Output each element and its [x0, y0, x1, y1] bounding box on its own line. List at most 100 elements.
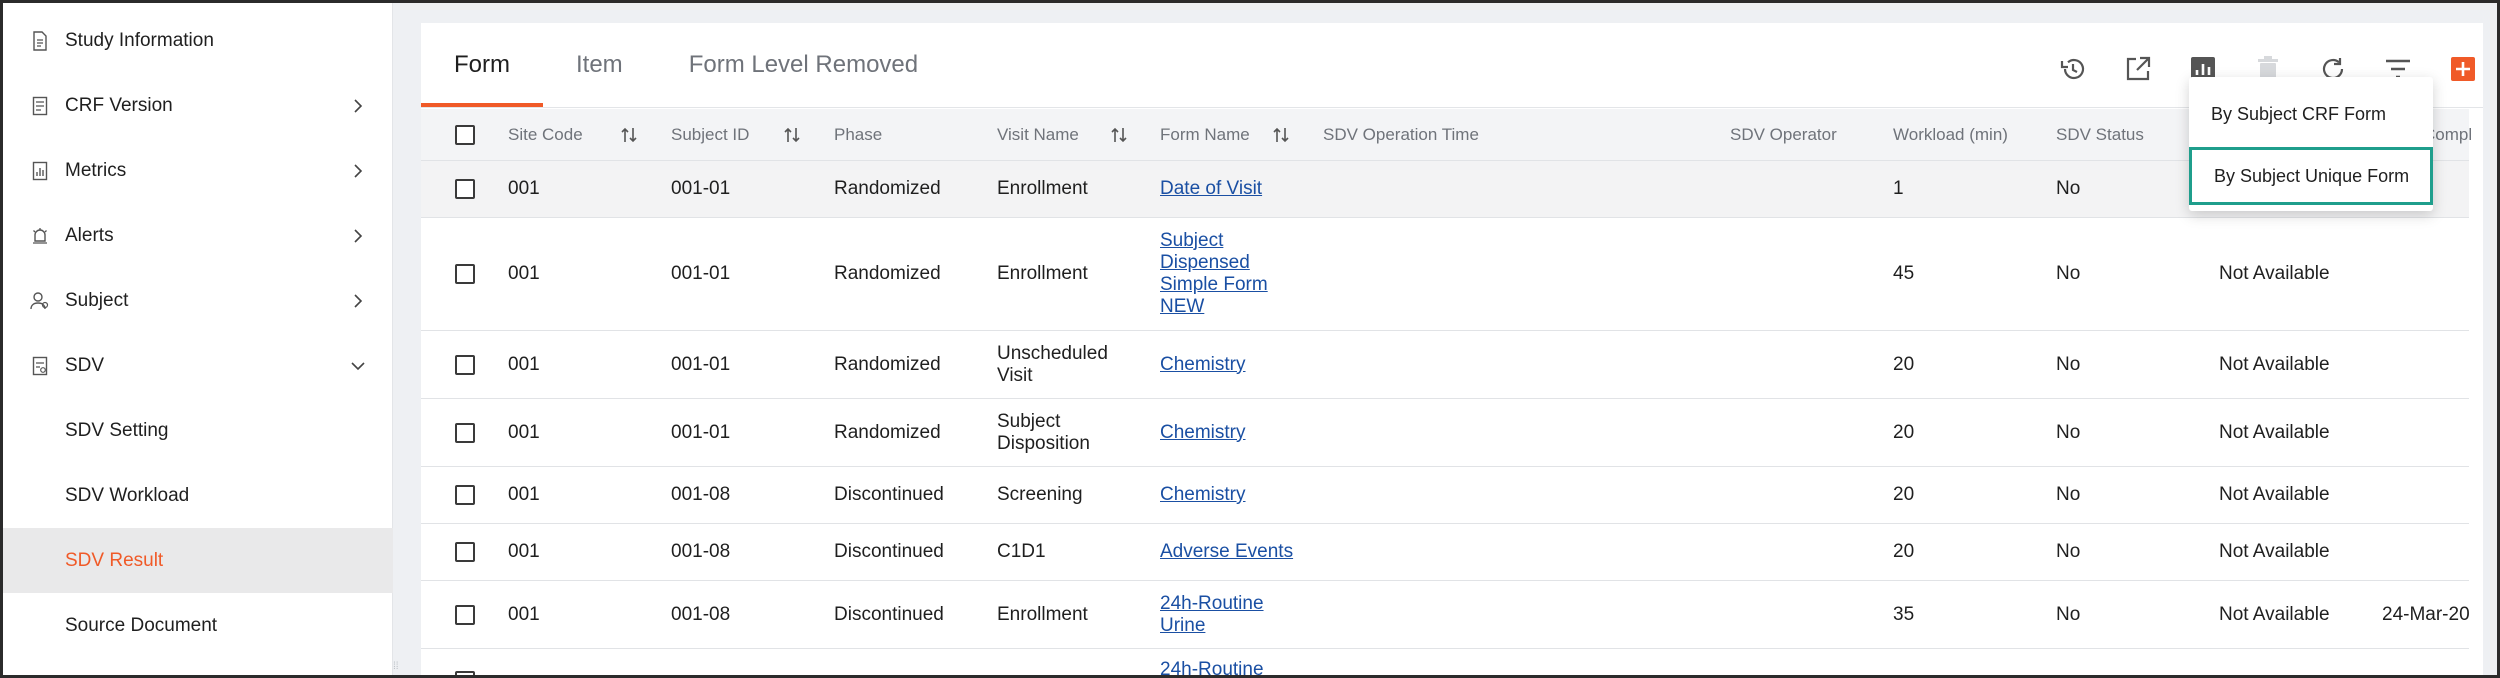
cell-subject-id: 001-08 — [671, 541, 731, 562]
cell-phase: Randomized — [834, 353, 941, 375]
cell-workload: 20 — [1893, 353, 1915, 375]
sidebar-item-metrics[interactable]: Metrics — [3, 138, 393, 203]
row-checkbox[interactable] — [455, 264, 475, 284]
row-checkbox[interactable] — [455, 423, 475, 443]
table-row[interactable]: 001 001-01 Randomized Subject Dispositio… — [421, 399, 2469, 467]
sort-icon[interactable] — [621, 126, 637, 144]
cell-availability: Not Available — [2219, 541, 2330, 562]
row-checkbox[interactable] — [455, 355, 475, 375]
history-button[interactable] — [2053, 51, 2093, 91]
cell-phase: Discontinued — [834, 603, 944, 625]
table-row[interactable]: 001 001-08 Discontinued Enrollment 24h-R… — [421, 581, 2470, 649]
cell-sdv-status: No — [2056, 541, 2081, 562]
table-row[interactable]: 001 001-08 Discontinued C1D1 Adverse Eve… — [421, 524, 2469, 581]
table-row[interactable]: 24h-Routine — [421, 649, 2469, 675]
column-header-sdv-operator[interactable]: SDV Operator — [1730, 109, 1837, 161]
table-row[interactable]: 001 001-01 Randomized Unscheduled Visit … — [421, 331, 2469, 399]
open-external-button[interactable] — [2118, 51, 2158, 91]
sidebar-item-label: Source Document — [65, 614, 218, 636]
sidebar-item-sdv-workload[interactable]: SDV Workload — [3, 463, 393, 528]
form-name-link[interactable]: Subject Dispensed Simple Form NEW — [1160, 230, 1280, 318]
sidebar-item-sdv[interactable]: SDV — [3, 333, 393, 398]
sidebar-item-label: SDV Workload — [65, 484, 190, 506]
cell-workload: 20 — [1893, 484, 1915, 505]
sidebar-item-study-information[interactable]: Study Information — [3, 8, 393, 73]
cell-availability: Not Available — [2219, 603, 2330, 625]
form-name-link[interactable]: Adverse Events — [1160, 541, 1293, 563]
tab-item[interactable]: Item — [543, 23, 656, 107]
history-icon — [2058, 54, 2088, 89]
row-checkbox[interactable] — [455, 605, 475, 625]
cell-subject-id: 001-01 — [671, 353, 731, 375]
column-header-subject-id[interactable]: Subject ID — [671, 109, 749, 161]
chevron-right-icon — [349, 97, 367, 115]
table-row[interactable]: 001 001-01 Randomized Enrollment Subject… — [421, 218, 2469, 331]
form-name-link[interactable]: 24h-Routine Urine — [1160, 593, 1280, 637]
sidebar-item-alerts[interactable]: Alerts — [3, 203, 393, 268]
cell-subject-id: 001-08 — [671, 484, 731, 505]
column-header-phase[interactable]: Phase — [834, 109, 882, 161]
sdv-icon — [30, 355, 50, 377]
sidebar-item-sdv-setting[interactable]: SDV Setting — [3, 398, 393, 463]
sidebar-item-label: CRF Version — [65, 94, 173, 116]
export-dropdown-menu: By Subject CRF Form By Subject Unique Fo… — [2189, 77, 2433, 211]
column-header-workload[interactable]: Workload (min) — [1893, 109, 2008, 161]
menu-item-by-subject-unique-form[interactable]: By Subject Unique Form — [2189, 147, 2433, 205]
table-row[interactable]: 001 001-01 Randomized Enrollment Date of… — [421, 161, 2469, 218]
sidebar-item-label: SDV Setting — [65, 419, 169, 441]
cell-sdv-status: No — [2056, 484, 2081, 505]
sidebar-item-crf-version[interactable]: CRF Version — [3, 73, 393, 138]
select-all-checkbox[interactable] — [455, 125, 475, 145]
row-checkbox[interactable] — [455, 485, 475, 505]
cell-workload: 45 — [1893, 263, 1915, 284]
form-name-link[interactable]: Chemistry — [1160, 354, 1246, 376]
form-name-link[interactable]: 24h-Routine — [1160, 659, 1264, 675]
cell-visit-name: Enrollment — [997, 178, 1088, 199]
sidebar-item-sdv-result[interactable]: SDV Result — [3, 528, 393, 593]
column-header-sdv-status[interactable]: SDV Status — [2056, 109, 2144, 161]
tab-form-level-removed[interactable]: Form Level Removed — [656, 23, 951, 107]
column-label: Subject ID — [671, 125, 750, 144]
column-label: Site Code — [508, 125, 583, 144]
cell-visit-name: Screening — [997, 484, 1083, 505]
column-header-visit-name[interactable]: Visit Name — [997, 109, 1079, 161]
tab-form[interactable]: Form — [421, 23, 543, 107]
cell-phase: Randomized — [834, 421, 941, 443]
form-name-link[interactable]: Date of Visit — [1160, 178, 1262, 200]
cell-visit-name: Enrollment — [997, 603, 1088, 625]
tab-bar: Form Item Form Level Removed — [421, 23, 951, 107]
cell-sdv-status: No — [2056, 353, 2081, 375]
cell-visit-name: C1D1 — [997, 541, 1046, 562]
sort-icon[interactable] — [1111, 126, 1127, 144]
metrics-icon — [30, 160, 50, 182]
cell-visit-name: Subject Disposition — [997, 410, 1090, 454]
add-button[interactable] — [2443, 51, 2483, 91]
sidebar-item-label: SDV Result — [65, 549, 164, 571]
table-header: Site Code Subject ID Phase Visit Name Fo… — [421, 109, 2472, 161]
row-checkbox[interactable] — [455, 671, 475, 675]
table-row[interactable]: 001 001-08 Discontinued Screening Chemis… — [421, 467, 2469, 524]
sidebar-item-label: Alerts — [65, 224, 114, 246]
row-checkbox[interactable] — [455, 542, 475, 562]
form-name-link[interactable]: Chemistry — [1160, 422, 1246, 444]
sort-icon[interactable] — [784, 126, 800, 144]
sidebar-item-subject[interactable]: Subject — [3, 268, 393, 333]
document-icon — [30, 30, 50, 52]
cell-site-code: 001 — [508, 603, 540, 625]
row-checkbox[interactable] — [455, 179, 475, 199]
cell-subject-id: 001-01 — [671, 421, 731, 443]
subject-icon — [30, 290, 50, 312]
form-name-link[interactable]: Chemistry — [1160, 484, 1246, 506]
column-header-form-name[interactable]: Form Name — [1160, 109, 1250, 161]
chevron-right-icon — [349, 227, 367, 245]
sort-icon[interactable] — [1273, 126, 1289, 144]
sidebar-item-source-document[interactable]: Source Document — [3, 593, 393, 658]
column-header-sdv-operation-time[interactable]: SDV Operation Time — [1323, 109, 1479, 161]
menu-item-by-subject-crf-form[interactable]: By Subject CRF Form — [2189, 85, 2433, 143]
sidebar-item-label: SDV — [65, 354, 105, 376]
open-external-icon — [2124, 55, 2152, 88]
column-header-site-code[interactable]: Site Code — [508, 109, 583, 161]
sidebar-item-label: Metrics — [65, 159, 127, 181]
cell-visit-name: Enrollment — [997, 263, 1088, 284]
sidebar-resize-handle[interactable]: ⁞⁞ — [393, 661, 405, 672]
